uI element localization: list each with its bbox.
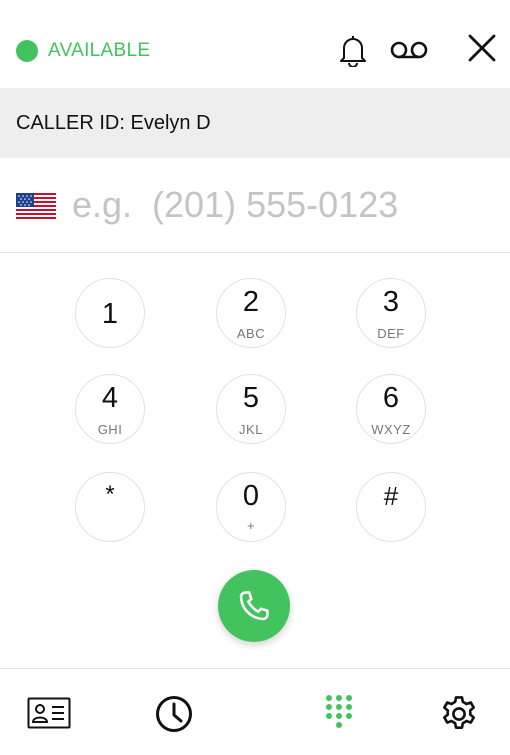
key-hash[interactable]: # [356,472,426,542]
key-letters: JKL [239,422,263,437]
key-letters: GHI [97,422,123,437]
key-digit: 4 [101,382,119,414]
key-digit: * [105,481,115,508]
phone-icon [239,591,269,621]
voicemail-icon[interactable] [388,36,430,64]
key-digit: 0 [242,480,260,512]
bell-icon[interactable] [336,32,370,68]
key-digit: 2 [242,286,260,318]
key-digit: 6 [382,382,400,414]
us-flag-icon[interactable] [16,193,56,219]
caller-id-bar[interactable]: CALLER ID: Evelyn D [0,88,510,158]
close-icon[interactable] [463,30,501,66]
bottom-nav [0,668,510,755]
call-button[interactable] [218,570,290,642]
status-label: AVAILABLE [48,40,151,61]
key-2[interactable]: 2 ABC [216,278,286,348]
key-3[interactable]: 3 DEF [356,278,426,348]
dialpad-icon[interactable] [322,693,356,733]
key-4[interactable]: 4 GHI [75,374,145,444]
key-0[interactable]: 0 + [216,472,286,542]
status-dot-icon [16,40,38,62]
key-digit: 3 [382,286,400,318]
key-letters: DEF [377,326,405,341]
header: AVAILABLE [0,0,510,88]
availability-status[interactable]: AVAILABLE [16,40,150,62]
phone-number-row [0,158,510,253]
key-star[interactable]: * [75,472,145,542]
key-digit: 5 [242,382,260,414]
contacts-icon[interactable] [26,695,72,731]
key-digit: # [383,481,399,511]
history-clock-icon[interactable] [154,694,194,734]
gear-icon[interactable] [437,693,481,735]
key-6[interactable]: 6 WXYZ [356,374,426,444]
key-letters: ABC [236,326,266,341]
caller-id-label: CALLER ID: Evelyn D [16,112,211,134]
key-letters: WXYZ [371,422,411,437]
key-letters: + [246,518,256,533]
phone-number-input[interactable] [72,180,492,230]
key-digit: 1 [101,298,119,330]
key-1[interactable]: 1 [75,278,145,348]
key-5[interactable]: 5 JKL [216,374,286,444]
